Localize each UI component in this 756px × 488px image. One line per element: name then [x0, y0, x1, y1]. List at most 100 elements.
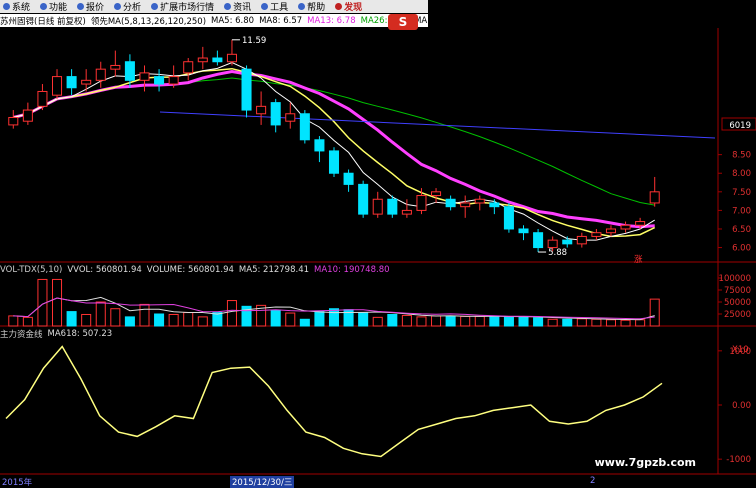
- vvol-value: VVOL: 560801.94: [67, 265, 142, 275]
- footer-right-mark: 2: [590, 476, 596, 486]
- volume-bar: [8, 315, 19, 327]
- candle-body: [270, 102, 281, 126]
- volume-bar: [139, 303, 150, 327]
- candle-body: [314, 139, 325, 152]
- volume-header: VOL-TDX(5,10) VVOL: 560801.94 VOLUME: 56…: [0, 264, 395, 276]
- candle-body: [489, 202, 500, 208]
- volume-bar: [314, 311, 325, 327]
- volume-bar: [124, 316, 135, 327]
- candle-body: [474, 198, 485, 204]
- candle-body: [416, 195, 427, 211]
- price-tick-label: 6.00: [732, 244, 751, 254]
- price-tick-label: 7.50: [732, 188, 751, 198]
- price-tick-label: 7.00: [732, 206, 751, 216]
- price-tick-label: 6.50: [732, 225, 751, 235]
- candle-body: [649, 191, 660, 204]
- volume-bar: [533, 317, 544, 327]
- candle-body: [387, 198, 398, 215]
- candle-body: [358, 183, 369, 215]
- ind-tick-label: 1000: [729, 347, 751, 357]
- candle-body: [139, 72, 150, 81]
- volume-bar: [95, 301, 106, 327]
- candle-body: [66, 76, 77, 89]
- watermark: www.7gpzb.com: [594, 456, 696, 469]
- vol-indicator-name: VOL-TDX(5,10): [0, 265, 63, 275]
- volume-bar: [445, 315, 456, 327]
- ind-tick-label: 0.00: [732, 401, 751, 411]
- candle-body: [533, 232, 544, 249]
- candle-body: [503, 206, 514, 230]
- ind-tick-label: -1000: [726, 455, 751, 465]
- candle-body: [620, 224, 631, 230]
- candle-body: [576, 235, 587, 245]
- volume-bar: [562, 318, 573, 327]
- footer-left-date: 2015年: [2, 478, 33, 488]
- volume-bar: [416, 316, 427, 327]
- volume-bar: [460, 315, 471, 327]
- vol-tick-label: 75000: [724, 286, 751, 296]
- volume-bar: [372, 316, 383, 327]
- candle-body: [124, 61, 135, 81]
- volume-bar: [518, 316, 529, 327]
- volume-bar: [183, 312, 194, 327]
- candle-body: [299, 113, 310, 141]
- volume-bar: [620, 319, 631, 327]
- volume-bar: [431, 315, 442, 327]
- candle-body: [154, 76, 165, 85]
- candle-body: [8, 116, 19, 126]
- indicator-line: [5, 345, 663, 458]
- volume-bar: [474, 315, 485, 327]
- volume-bar: [635, 319, 646, 327]
- candle-body: [285, 113, 296, 122]
- volume-bar: [22, 316, 33, 327]
- candle-body: [183, 61, 194, 74]
- low-price-label: 5.88: [548, 248, 567, 258]
- footer-cursor-date: 2015/12/30/三: [230, 476, 295, 488]
- volume-bar: [387, 313, 398, 327]
- candle-body: [431, 191, 442, 197]
- candle-body: [591, 232, 602, 237]
- candle-body: [37, 90, 48, 107]
- kline-chart[interactable]: 6019 8.50 8.00 7.50 7.00 6.50 6.00 11.59 5.88 涨 10…: [0, 0, 756, 487]
- vol-tick-label: 25000: [724, 310, 751, 320]
- candle-body: [635, 221, 646, 226]
- volume-bar: [591, 318, 602, 327]
- candle-body: [547, 239, 558, 249]
- vol-tick-label: 100000: [719, 274, 751, 284]
- candle-body: [52, 76, 63, 96]
- volume-bar: [503, 316, 514, 327]
- indicator-header: 主力资金线 MA618: 507.23: [0, 328, 117, 340]
- candle-body: [460, 202, 471, 208]
- candle-body: [328, 150, 340, 174]
- price-axis-top-label: 6019: [729, 121, 751, 131]
- candle-body: [81, 79, 92, 85]
- volume-bar: [197, 316, 208, 327]
- volume-bar: [110, 308, 121, 327]
- candle-body: [212, 57, 223, 63]
- price-tick-label: 8.00: [732, 169, 751, 179]
- high-price-label: 11.59: [242, 36, 266, 46]
- volume-bar: [649, 298, 660, 327]
- volume-bar: [81, 313, 92, 327]
- ind-name: 主力资金线: [0, 330, 43, 340]
- candle-body: [22, 109, 33, 122]
- volume-bar: [576, 318, 587, 327]
- candle-body: [343, 172, 354, 185]
- candle-body: [197, 57, 208, 63]
- volume-bar: [52, 278, 63, 327]
- volume-bar: [489, 315, 500, 327]
- candle-body: [110, 64, 121, 70]
- candle-body: [445, 198, 456, 208]
- volume-bar: [328, 308, 340, 327]
- volume-bar: [285, 312, 296, 327]
- ma120-line: [159, 111, 716, 139]
- candle-body: [372, 198, 383, 215]
- candle-body: [401, 209, 412, 215]
- volume-bar: [605, 319, 616, 327]
- candle-body: [168, 76, 179, 85]
- ind-ma-value: MA618: 507.23: [47, 329, 113, 339]
- candle-body: [562, 239, 573, 245]
- volume-bar: [270, 309, 281, 327]
- volume-bar: [168, 313, 179, 327]
- volume-bar: [226, 300, 237, 327]
